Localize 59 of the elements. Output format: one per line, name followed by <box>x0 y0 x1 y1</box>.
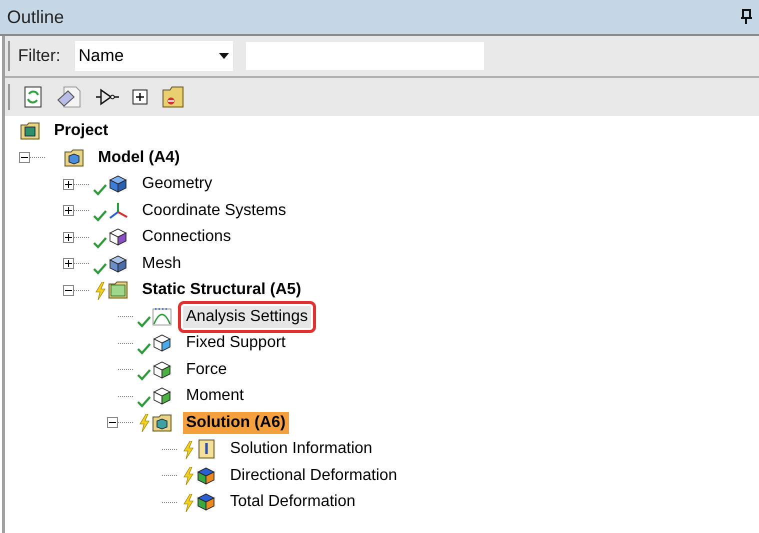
tree-item[interactable]: Analysis Settings <box>183 306 311 328</box>
filter-label: Filter: <box>18 45 60 68</box>
expand-toggle[interactable] <box>63 232 74 243</box>
expand-toggle[interactable] <box>63 178 74 190</box>
tree-item[interactable]: Moment <box>183 385 247 408</box>
collapse-toggle[interactable] <box>63 284 74 296</box>
refresh-icon[interactable] <box>23 86 43 108</box>
tree-item[interactable]: Geometry <box>139 173 216 196</box>
tree-item[interactable]: Mesh <box>139 252 184 275</box>
tree-item[interactable]: Total Deformation <box>227 491 358 514</box>
lightning-icon <box>95 282 106 300</box>
tree-item[interactable]: Project <box>51 120 112 142</box>
collapse-toggle[interactable] <box>19 152 30 164</box>
panel-title: Outline <box>7 6 64 28</box>
cube-icon <box>195 466 217 486</box>
cube-icon <box>195 492 217 512</box>
cube-icon <box>107 254 129 274</box>
folder-icon[interactable] <box>161 86 185 108</box>
lightning-icon <box>183 494 194 512</box>
tree-item[interactable]: Coordinate Systems <box>139 200 290 222</box>
folder-icon <box>151 412 173 433</box>
expand-all-icon[interactable] <box>132 89 148 105</box>
cube-icon <box>151 333 173 354</box>
check-icon <box>137 316 151 328</box>
cube-icon <box>151 386 173 406</box>
check-icon <box>93 184 107 196</box>
filter-dropdown[interactable]: Name <box>74 41 232 71</box>
tree-item[interactable]: Model (A4) <box>95 146 183 169</box>
axes-icon <box>107 200 129 221</box>
folder-icon <box>107 280 129 300</box>
lightning-icon <box>183 440 194 459</box>
folder-icon <box>19 121 41 142</box>
tree-item[interactable]: Connections <box>139 226 234 248</box>
check-icon <box>137 342 151 355</box>
tree-item[interactable]: Force <box>183 358 230 381</box>
tree-item[interactable]: Static Structural (A5) <box>139 279 304 302</box>
check-icon <box>93 236 107 249</box>
pin-icon[interactable] <box>740 9 752 25</box>
lightning-icon <box>183 467 194 486</box>
tree-item[interactable]: Solution Information <box>227 438 376 460</box>
tree-item[interactable]: Solution (A6) <box>183 412 289 434</box>
cube-icon <box>107 174 129 194</box>
tree-item[interactable]: Fixed Support <box>183 332 289 354</box>
collapse-toggle[interactable] <box>107 417 118 428</box>
tree-item[interactable]: Directional Deformation <box>227 464 400 487</box>
curve-icon <box>151 306 173 327</box>
check-icon <box>137 369 151 382</box>
cube-icon <box>107 227 129 248</box>
folder-icon <box>63 148 85 168</box>
expand-toggle[interactable] <box>63 258 74 270</box>
eraser-icon[interactable] <box>56 86 82 108</box>
logic-gate-icon[interactable] <box>95 87 119 107</box>
check-icon <box>137 396 151 408</box>
lightning-icon <box>139 414 150 432</box>
expand-toggle[interactable] <box>63 205 74 216</box>
check-icon <box>93 210 107 222</box>
check-icon <box>93 263 107 276</box>
cube-icon <box>151 360 173 380</box>
caret-icon <box>218 53 228 59</box>
